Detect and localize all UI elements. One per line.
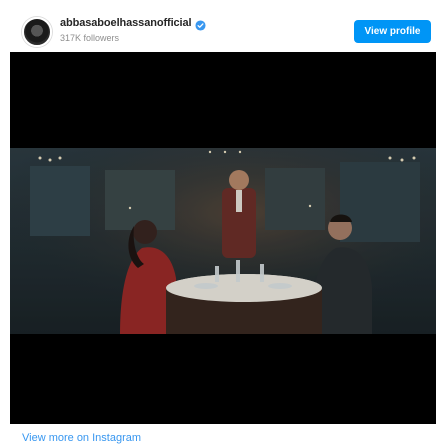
post-header: abbasaboelhassanofficial 317K followers … <box>0 0 436 52</box>
restaurant-scene-image <box>10 148 436 334</box>
post-media[interactable] <box>10 52 436 424</box>
username[interactable]: abbasaboelhassanofficial <box>60 17 192 29</box>
username-row: abbasaboelhassanofficial <box>60 17 207 31</box>
view-more-link[interactable]: View more on Instagram <box>22 432 141 444</box>
verified-badge-icon <box>195 18 207 31</box>
followers-count: 317K followers <box>60 33 120 43</box>
profile-avatar[interactable] <box>22 17 52 47</box>
instagram-embed-card: abbasaboelhassanofficial 317K followers … <box>0 0 436 447</box>
view-profile-button[interactable]: View profile <box>354 20 431 43</box>
